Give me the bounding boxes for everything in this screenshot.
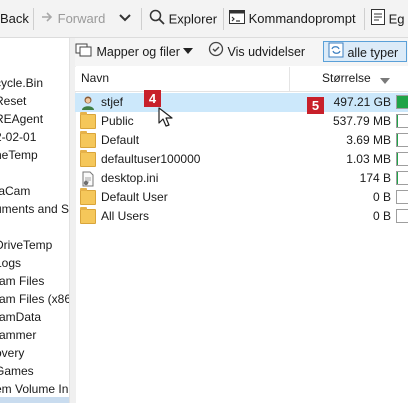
file-row[interactable]: Default 3.69 MB [75, 131, 408, 150]
properties-label: Eg [388, 11, 405, 27]
toolbar-divider [33, 8, 34, 30]
all-types-label: alle typer [347, 45, 399, 60]
size-bar-fill [397, 153, 399, 165]
nav-tree-item[interactable]: cycle.Bin [0, 74, 43, 92]
size-percentage-bar [396, 133, 408, 147]
view-toolbar: Mapper og filer Vis udvidelser alle type… [75, 38, 408, 66]
folder-icon [80, 188, 96, 205]
main-toolbar: Back Forward Explorer Kommandoprompt Eg [0, 0, 408, 38]
folder-icon [80, 150, 96, 167]
properties-button[interactable]: Eg [371, 9, 405, 29]
history-dropdown-button[interactable] [118, 10, 132, 30]
callout-badge-5: 5 [307, 97, 324, 114]
size-percentage-bar [396, 152, 408, 166]
dropdown-triangle-icon [183, 42, 194, 63]
size-percentage-bar [396, 190, 408, 204]
back-label: Back [0, 11, 29, 26]
size-bar-fill [397, 172, 399, 184]
folder-icon [80, 207, 96, 224]
column-header: Navn Størrelse [75, 67, 408, 92]
forward-label: Forward [57, 11, 106, 26]
user-folder-icon [80, 95, 96, 110]
nav-tree-item[interactable]: ram Files (x86 [0, 290, 69, 308]
properties-icon [371, 9, 385, 31]
file-row[interactable]: stjef 497.21 GB [75, 93, 408, 112]
file-row[interactable]: All Users 0 B [75, 207, 408, 226]
ini-file-icon [80, 171, 96, 187]
nav-tree-item[interactable]: 2-02-01 [0, 128, 36, 146]
toolbar-divider [141, 8, 142, 30]
file-size: 3.69 MB [346, 133, 391, 147]
file-row[interactable]: defaultuser100000 1.03 MB [75, 150, 408, 169]
nav-tree-item[interactable]: DriveTemp [0, 236, 52, 254]
nav-tree-item[interactable]: rammer [0, 326, 36, 344]
nav-tree-item[interactable]: em Volume In [0, 380, 68, 398]
command-prompt-label: Kommandoprompt [248, 11, 356, 26]
file-size: 537.79 MB [332, 114, 391, 128]
folders-files-icon [75, 41, 93, 64]
nav-horizontal-scrollbar[interactable] [0, 397, 69, 403]
file-size: 174 B [359, 171, 391, 185]
all-types-button[interactable]: alle typer [323, 41, 407, 62]
file-name: Default User [101, 190, 168, 204]
file-size: 0 B [372, 209, 391, 223]
back-button[interactable]: Back [0, 9, 29, 29]
size-bar-fill [397, 115, 399, 127]
toolbar-divider [223, 8, 224, 30]
size-bar-fill [397, 96, 408, 108]
size-percentage-bar [396, 209, 408, 223]
forward-arrow-icon [40, 10, 54, 30]
search-icon [149, 9, 165, 31]
nav-tree-item[interactable]: taCam [0, 182, 30, 200]
nav-tree-item[interactable]: ramData [0, 308, 41, 326]
nav-tree-item[interactable]: neTemp [0, 146, 38, 164]
file-size: 497.21 GB [333, 95, 391, 109]
file-row[interactable]: desktop.ini 174 B [75, 169, 408, 188]
folders-files-label: Mapper og filer [96, 44, 180, 59]
all-types-icon [328, 42, 344, 65]
nav-tree-item[interactable]: Logs [0, 254, 21, 272]
navigation-pane: cycle.BinResetREAgent2-02-01neTemp taCamu… [0, 38, 69, 403]
file-size: 1.03 MB [346, 152, 391, 166]
forward-button[interactable]: Forward [40, 9, 105, 29]
file-name: defaultuser100000 [101, 152, 201, 166]
file-name: All Users [101, 209, 150, 223]
show-details-label: Vis udvidelser [227, 44, 306, 59]
nav-tree-item[interactable]: Games [0, 362, 34, 380]
explorer-label: Explorer [168, 11, 218, 27]
show-details-button[interactable]: Vis udvidelser [208, 41, 305, 62]
callout-badge-4: 4 [144, 90, 161, 107]
file-size: 0 B [372, 190, 391, 204]
size-bar-fill [397, 134, 399, 146]
explorer-button[interactable]: Explorer [149, 9, 217, 29]
folders-and-files-button[interactable]: Mapper og filer [75, 41, 194, 64]
nav-tree-item[interactable]: uments and Se [0, 200, 69, 218]
chevron-down-icon [118, 11, 132, 31]
file-name: Default [101, 133, 140, 147]
toolbar-divider [364, 8, 365, 30]
info-circle-icon [208, 41, 224, 64]
size-percentage-bar [396, 171, 408, 185]
nav-tree-item[interactable]: ram Files [0, 272, 44, 290]
file-name: stjef [101, 95, 124, 109]
nav-tree-item[interactable]: Reset [0, 92, 26, 110]
folder-icon [80, 131, 96, 148]
file-name: Public [101, 114, 134, 128]
column-name-header[interactable]: Navn [81, 71, 109, 85]
file-row[interactable]: Public 537.79 MB [75, 112, 408, 131]
nav-tree-item[interactable]: overy [0, 344, 24, 362]
file-name: desktop.ini [101, 171, 159, 185]
column-divider[interactable] [289, 67, 290, 91]
terminal-icon [229, 9, 245, 30]
mouse-cursor-icon [158, 107, 176, 132]
folder-icon [80, 112, 96, 129]
size-percentage-bar [396, 114, 408, 128]
file-row[interactable]: Default User 0 B [75, 188, 408, 207]
nav-tree-item[interactable]: REAgent [0, 110, 43, 128]
command-prompt-button[interactable]: Kommandoprompt [229, 9, 356, 29]
column-size-header[interactable]: Størrelse [322, 71, 371, 85]
sort-descending-icon [380, 78, 390, 84]
size-percentage-bar [396, 95, 408, 109]
